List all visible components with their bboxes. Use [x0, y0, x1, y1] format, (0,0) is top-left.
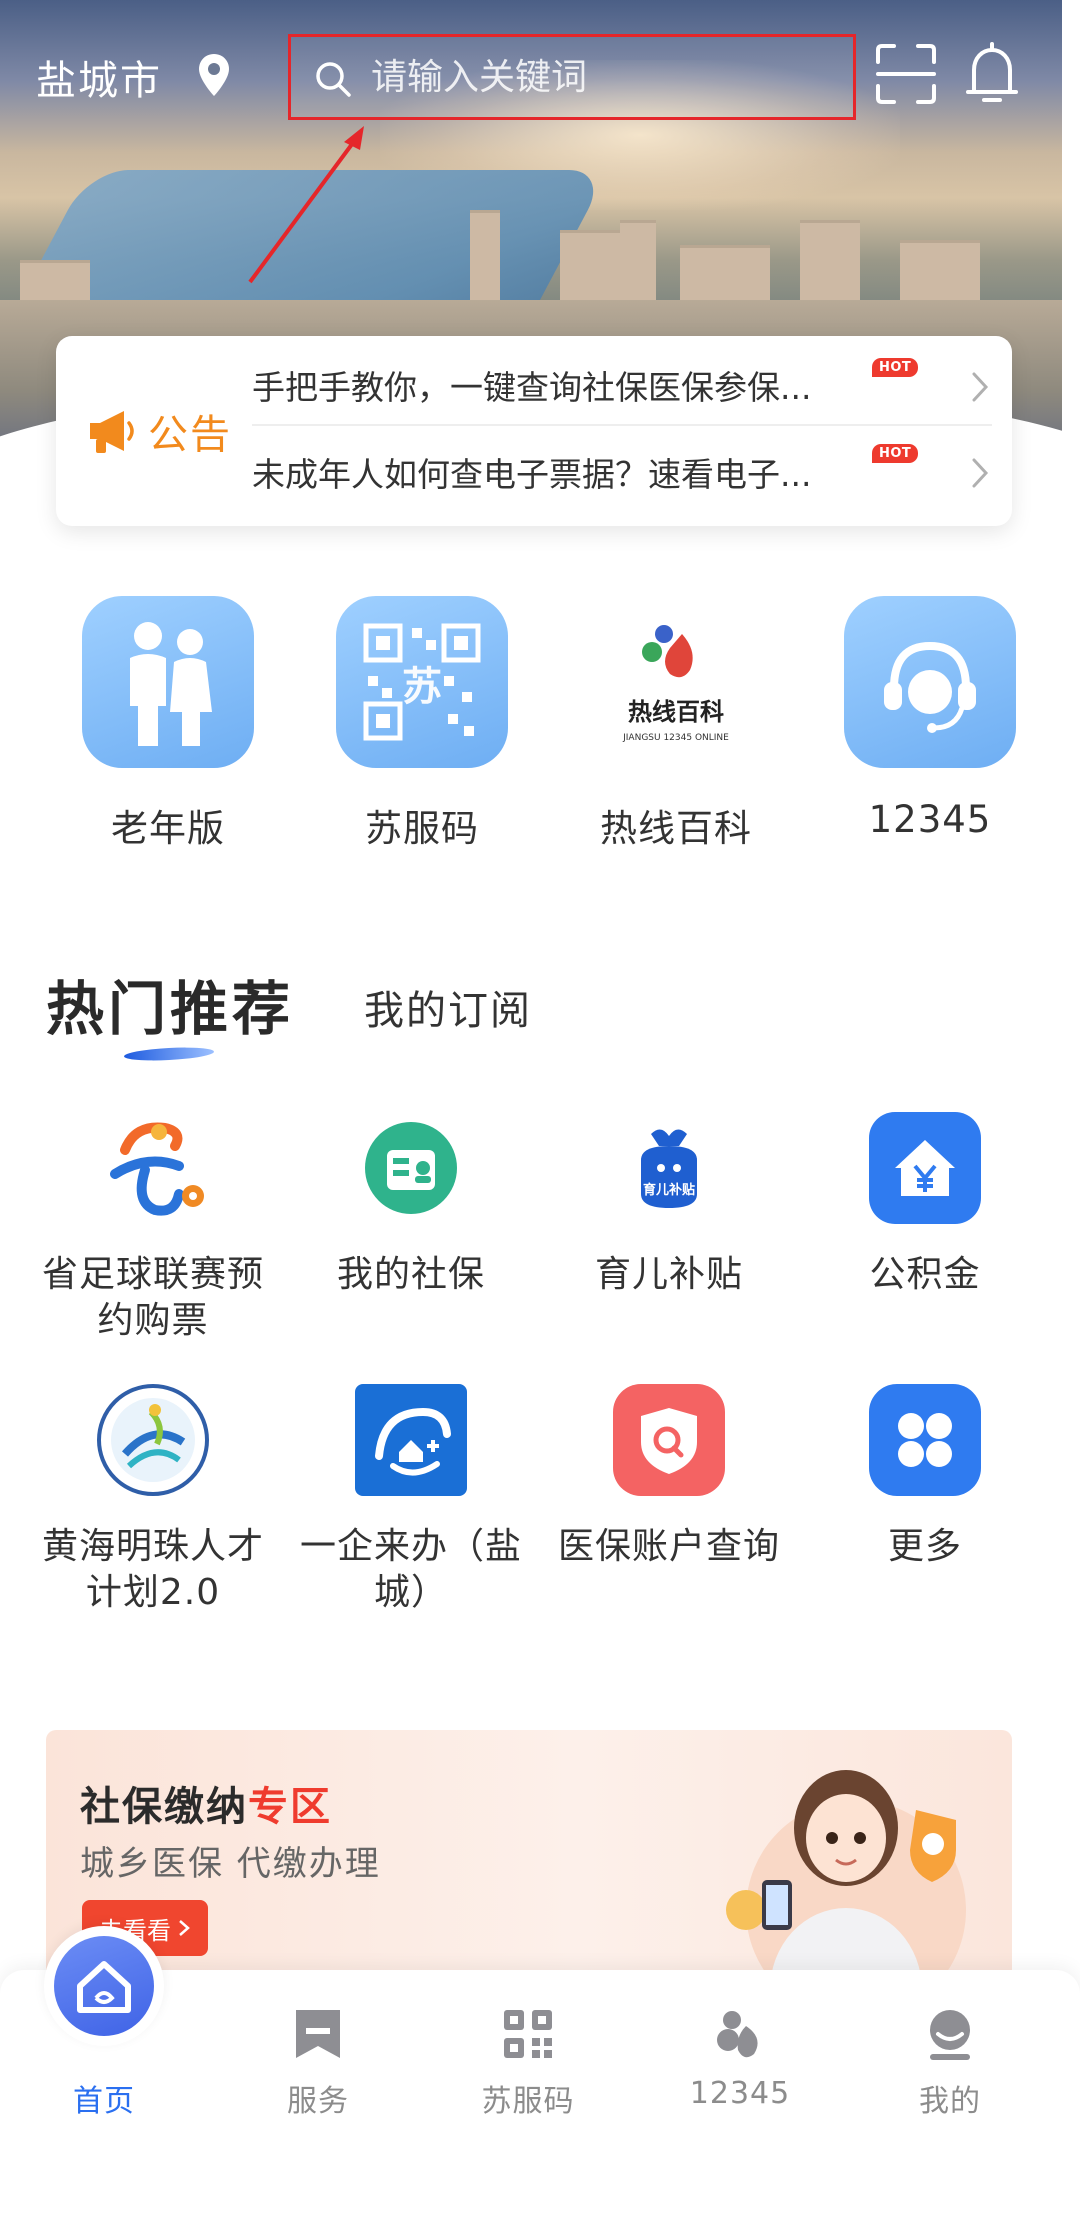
profile-icon — [930, 2010, 970, 2060]
home-bubble — [44, 1926, 164, 2046]
service-housing-fund[interactable]: 公积金 — [800, 1110, 1050, 1298]
notice-tag-label: 公告 — [148, 412, 232, 458]
quick-entry-hotline-wiki[interactable]: 热线百科 JIANGSU 12345 ONLINE 热线百科 — [576, 596, 776, 852]
hotline-encyclopedia-logo: 热线百科 JIANGSU 12345 ONLINE — [590, 596, 762, 768]
nav-service[interactable]: 服务 — [218, 1970, 418, 2170]
notice-card: 公告 手把手教你，一键查询社保医保参保... HOT 未成年人如何查电子票据？速… — [56, 336, 1012, 526]
service-label: 一企来办（盐城） — [299, 1526, 522, 1613]
hotline-icon — [717, 2011, 758, 2058]
service-label: 省足球联赛预约购票 — [41, 1254, 264, 1341]
service-football-tickets[interactable]: 省足球联赛预约购票 — [28, 1110, 278, 1344]
search-icon — [316, 62, 351, 97]
headset-service-icon — [844, 596, 1016, 768]
hotline-logo-text: 热线百科 — [628, 698, 724, 726]
banner-subtitle: 城乡医保 代缴办理 — [80, 1844, 381, 1884]
quick-entry-label: 12345 — [868, 798, 992, 841]
home-icon — [54, 1936, 154, 2036]
banner-title-highlight: 专区 — [248, 1784, 332, 1830]
service-icon — [296, 2010, 340, 2058]
service-medical-account[interactable]: 医保账户查询 — [544, 1382, 794, 1570]
chevron-right-icon — [179, 1920, 190, 1936]
nav-label: 服务 — [287, 2084, 349, 2119]
recommend-grid: 省足球联赛预约购票 我的社保 育儿补贴 育儿补贴 公积金 黄海明珠人才计划2.0… — [0, 1110, 1080, 1670]
childcare-icon-text: 育儿补贴 — [643, 1182, 695, 1198]
svg-text:苏: 苏 — [402, 664, 442, 710]
notification-bell-icon[interactable] — [962, 38, 1022, 108]
top-bar: 盐城市 — [0, 30, 1062, 120]
hotline-logo-subtext: JIANGSU 12345 ONLINE — [622, 733, 729, 743]
chevron-right-icon — [972, 458, 989, 488]
nav-profile[interactable]: 我的 — [850, 1970, 1050, 2170]
quick-entries: 老年版 苏 苏服码 热线百科 JIANGSU 12345 ONLINE 热线百科… — [0, 596, 1080, 856]
social-security-banner[interactable]: 社保缴纳专区 城乡医保 代缴办理 去看看 — [46, 1730, 1012, 1980]
elderly-couple-icon — [82, 596, 254, 768]
football-league-logo — [95, 1110, 211, 1226]
medical-insurance-icon — [611, 1382, 727, 1498]
childcare-subsidy-icon: 育儿补贴 — [611, 1110, 727, 1226]
qr-code-icon — [504, 2010, 552, 2058]
service-talent-plan[interactable]: 黄海明珠人才计划2.0 — [28, 1382, 278, 1616]
bottom-navigation: 首页 服务 苏服码 12345 我的 — [0, 1926, 1080, 2236]
banner-title-text: 社保缴纳 — [80, 1784, 248, 1830]
quick-entry-label: 苏服码 — [365, 807, 479, 850]
nav-12345[interactable]: 12345 — [640, 1970, 840, 2170]
banner-title: 社保缴纳专区 — [80, 1774, 332, 1832]
app-home-page: 盐城市 请输入关键词 公告 手把手教你，一键查询社保医保参保... HOT 未成… — [0, 0, 1080, 2236]
nav-label: 我的 — [919, 2084, 981, 2119]
housing-fund-icon — [867, 1110, 983, 1226]
active-tab-indicator — [123, 1045, 215, 1063]
tab-hot-recommend[interactable]: 热门推荐 — [46, 962, 294, 1046]
service-my-social-security[interactable]: 我的社保 — [286, 1110, 536, 1298]
quick-entry-12345[interactable]: 12345 — [830, 596, 1030, 841]
recommend-tabs: 热门推荐 我的订阅 — [0, 962, 1080, 1072]
cartoon-girl-illustration — [726, 1770, 966, 1980]
hot-badge: HOT — [872, 444, 919, 463]
qr-code-icon: 苏 — [336, 596, 508, 768]
talent-plan-logo — [95, 1382, 211, 1498]
notice-item[interactable]: 未成年人如何查电子票据？速看电子... HOT — [252, 432, 992, 512]
nav-label: 苏服码 — [481, 2084, 575, 2119]
nav-label: 12345 — [689, 2076, 791, 2111]
search-input[interactable] — [371, 51, 831, 103]
nav-label: 首页 — [73, 2084, 135, 2119]
hot-badge: HOT — [872, 358, 919, 377]
service-label: 公积金 — [869, 1254, 981, 1295]
service-label: 育儿补贴 — [594, 1254, 743, 1295]
service-enterprise-yancheng[interactable]: 一企来办（盐城） — [286, 1382, 536, 1616]
annotation-arrow — [248, 126, 364, 284]
service-label: 我的社保 — [336, 1254, 485, 1295]
megaphone-icon — [90, 411, 134, 453]
city-selector[interactable]: 盐城市 — [36, 48, 162, 106]
service-more[interactable]: 更多 — [800, 1382, 1050, 1570]
service-childcare-subsidy[interactable]: 育儿补贴 育儿补贴 — [544, 1110, 794, 1298]
nav-su-code[interactable]: 苏服码 — [428, 1970, 628, 2170]
service-label: 黄海明珠人才计划2.0 — [41, 1526, 264, 1613]
quick-entry-su-code[interactable]: 苏 苏服码 — [322, 596, 522, 852]
tab-my-subscription[interactable]: 我的订阅 — [364, 978, 532, 1036]
social-security-icon — [353, 1110, 469, 1226]
service-label: 医保账户查询 — [557, 1526, 780, 1567]
scan-icon[interactable] — [874, 42, 938, 106]
chevron-right-icon — [972, 372, 989, 402]
quick-entry-label: 热线百科 — [600, 807, 752, 850]
nav-home[interactable]: 首页 — [4, 1926, 204, 2170]
more-grid-icon — [867, 1382, 983, 1498]
notice-item-text: 手把手教你，一键查询社保医保参保... — [252, 368, 812, 407]
enterprise-service-icon — [353, 1382, 469, 1498]
notice-item-text: 未成年人如何查电子票据？速看电子... — [252, 455, 812, 494]
notice-item[interactable]: 手把手教你，一键查询社保医保参保... HOT — [252, 346, 992, 426]
quick-entry-label: 老年版 — [111, 807, 225, 850]
notice-tag: 公告 — [86, 396, 232, 466]
service-label: 更多 — [887, 1526, 962, 1567]
location-pin-icon[interactable] — [196, 52, 232, 98]
search-box[interactable] — [288, 34, 856, 120]
quick-entry-elderly[interactable]: 老年版 — [68, 596, 268, 852]
